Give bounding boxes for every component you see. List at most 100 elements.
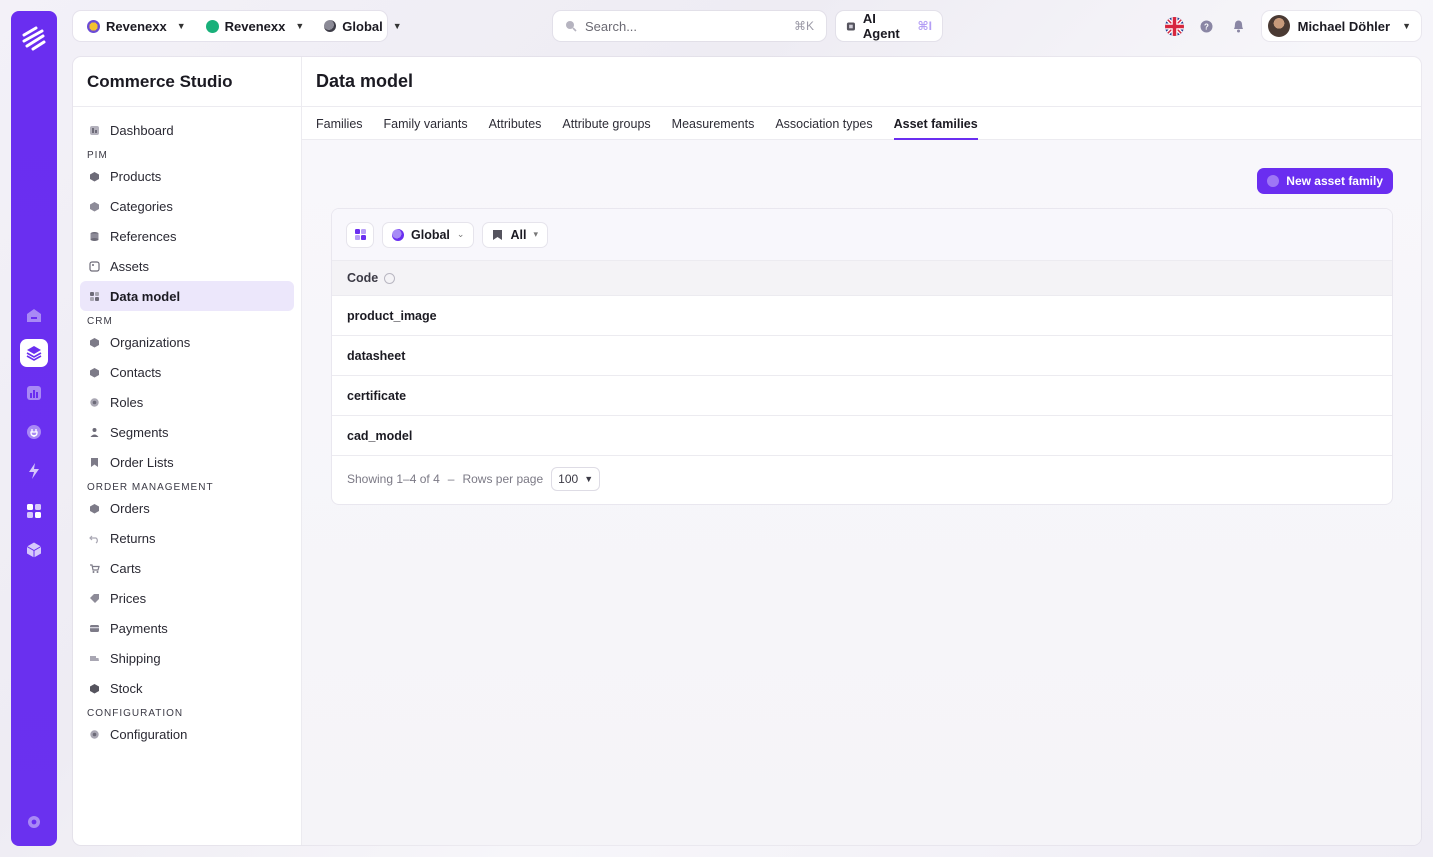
table-row[interactable]: cad_model xyxy=(332,416,1392,456)
tab-asset-families[interactable]: Asset families xyxy=(893,107,978,140)
home-icon[interactable] xyxy=(20,301,48,329)
rows-per-page-label: Rows per page xyxy=(462,472,544,486)
info-icon[interactable] xyxy=(384,272,396,284)
sidebar-item-label: Dashboard xyxy=(110,122,174,138)
tenant-label: Revenexx xyxy=(106,18,167,34)
nav-section-order-management: ORDER MANAGEMENT xyxy=(87,482,214,493)
agent-label: AI Agent xyxy=(862,11,900,41)
sidebar-item-segments[interactable]: Segments xyxy=(80,417,294,447)
sidebar-item-products[interactable]: Products xyxy=(80,161,294,191)
workspace-label: Revenexx xyxy=(224,18,286,34)
view-filter[interactable]: All ▾ xyxy=(482,221,548,248)
plug-icon[interactable] xyxy=(20,418,48,446)
rows-per-page-value: 100 xyxy=(558,472,579,486)
sidebar-item-references[interactable]: References xyxy=(80,221,294,251)
truck-icon xyxy=(88,652,100,664)
view-toggle-button[interactable] xyxy=(346,221,374,248)
sidebar-item-label: Configuration xyxy=(110,726,188,742)
chevron-down-icon: ▼ xyxy=(392,21,402,31)
tab-attribute-groups[interactable]: Attribute groups xyxy=(562,107,650,140)
table-header: Code xyxy=(332,260,1392,296)
tab-association-types[interactable]: Association types xyxy=(775,107,872,140)
tenant-selector[interactable]: Revenexx ▼ xyxy=(81,11,192,41)
search-shortcut: ⌘K xyxy=(793,19,814,33)
nav-section-pim: PIM xyxy=(87,150,108,161)
content-body: New asset family Global ⌄ All ▾ Code pro… xyxy=(302,140,1421,845)
sidebar-item-categories[interactable]: Categories xyxy=(80,191,294,221)
tab-bar: Families Family variants Attributes Attr… xyxy=(302,107,1421,140)
tab-families[interactable]: Families xyxy=(316,107,363,140)
main-panel: Commerce Studio Dashboard PIM Products C… xyxy=(73,57,1421,845)
content: Data model Families Family variants Attr… xyxy=(302,57,1421,845)
box-icon xyxy=(88,170,100,182)
global-search[interactable]: Search... ⌘K xyxy=(553,11,826,41)
bell-icon[interactable] xyxy=(1230,17,1248,35)
row-code: product_image xyxy=(347,308,437,323)
sidebar-nav: Dashboard PIM Products Categories Refere… xyxy=(73,107,301,749)
pagination-separator: – xyxy=(447,472,455,486)
sidebar: Commerce Studio Dashboard PIM Products C… xyxy=(73,57,302,845)
apps-grid-icon[interactable] xyxy=(20,497,48,525)
agent-shortcut: ⌘I xyxy=(917,19,932,33)
globe-icon xyxy=(324,20,337,32)
sidebar-item-label: Segments xyxy=(110,424,169,440)
settings-gear-icon[interactable] xyxy=(20,808,48,836)
nav-section-crm: CRM xyxy=(87,316,113,327)
sidebar-item-contacts[interactable]: Contacts xyxy=(80,357,294,387)
sidebar-item-order-lists[interactable]: Order Lists xyxy=(80,447,294,477)
chevron-down-icon: ▼ xyxy=(176,21,186,31)
cube-icon[interactable] xyxy=(20,536,48,564)
sidebar-item-shipping[interactable]: Shipping xyxy=(80,643,294,673)
sidebar-item-label: Assets xyxy=(110,258,150,274)
sidebar-item-label: Contacts xyxy=(110,364,162,380)
sidebar-item-configuration[interactable]: Configuration xyxy=(80,719,294,749)
analytics-icon[interactable] xyxy=(20,379,48,407)
sidebar-item-stock[interactable]: Stock xyxy=(80,673,294,703)
user-menu[interactable]: Michael Döhler ▼ xyxy=(1261,11,1421,41)
table-row[interactable]: datasheet xyxy=(332,336,1392,376)
tab-family-variants[interactable]: Family variants xyxy=(384,107,468,140)
sidebar-item-carts[interactable]: Carts xyxy=(80,553,294,583)
sidebar-item-label: References xyxy=(110,228,177,244)
table-footer: Showing 1–4 of 4 – Rows per page 100 ▼ xyxy=(332,456,1392,502)
bookmark-icon xyxy=(88,456,100,468)
sidebar-item-dashboard[interactable]: Dashboard xyxy=(80,115,294,145)
lightning-icon[interactable] xyxy=(20,457,48,485)
tab-measurements[interactable]: Measurements xyxy=(672,107,755,140)
sidebar-item-label: Prices xyxy=(110,590,147,606)
tab-attributes[interactable]: Attributes xyxy=(489,107,542,140)
filter-bar: Global ⌄ All ▾ xyxy=(332,209,1392,260)
scope-selector[interactable]: Global ▼ xyxy=(318,11,407,41)
sidebar-item-label: Products xyxy=(110,168,162,184)
nav-section-configuration: CONFIGURATION xyxy=(87,708,184,719)
sidebar-item-label: Organizations xyxy=(110,334,191,350)
sidebar-item-organizations[interactable]: Organizations xyxy=(80,327,294,357)
chevron-down-icon: ▼ xyxy=(1402,21,1411,31)
sidebar-item-orders[interactable]: Orders xyxy=(80,493,294,523)
app-rail xyxy=(11,11,57,846)
table-row[interactable]: product_image xyxy=(332,296,1392,336)
dashboard-icon xyxy=(88,124,100,136)
workspace-selector[interactable]: Revenexx ▼ xyxy=(200,11,311,41)
credit-card-icon xyxy=(88,622,100,634)
image-icon xyxy=(88,260,100,272)
help-icon[interactable]: ? xyxy=(1198,17,1216,35)
sidebar-item-prices[interactable]: Prices xyxy=(80,583,294,613)
sidebar-item-assets[interactable]: Assets xyxy=(80,251,294,281)
sidebar-item-data-model[interactable]: Data model xyxy=(80,281,294,311)
table-row[interactable]: certificate xyxy=(332,376,1392,416)
sidebar-item-roles[interactable]: Roles xyxy=(80,387,294,417)
sidebar-item-label: Shipping xyxy=(110,650,161,666)
uk-flag-icon[interactable] xyxy=(1164,16,1184,36)
column-header-code[interactable]: Code xyxy=(347,271,378,285)
sidebar-item-label: Payments xyxy=(110,620,168,636)
sidebar-item-payments[interactable]: Payments xyxy=(80,613,294,643)
tag-icon xyxy=(88,592,100,604)
scope-filter[interactable]: Global ⌄ xyxy=(382,221,475,248)
layers-icon[interactable] xyxy=(20,339,48,367)
rows-per-page-select[interactable]: 100 ▼ xyxy=(551,467,601,491)
new-asset-family-button[interactable]: New asset family xyxy=(1257,168,1393,194)
app-logo-icon[interactable] xyxy=(21,25,48,52)
sidebar-item-returns[interactable]: Returns xyxy=(80,523,294,553)
ai-agent-button[interactable]: AI Agent ⌘I xyxy=(836,11,942,41)
